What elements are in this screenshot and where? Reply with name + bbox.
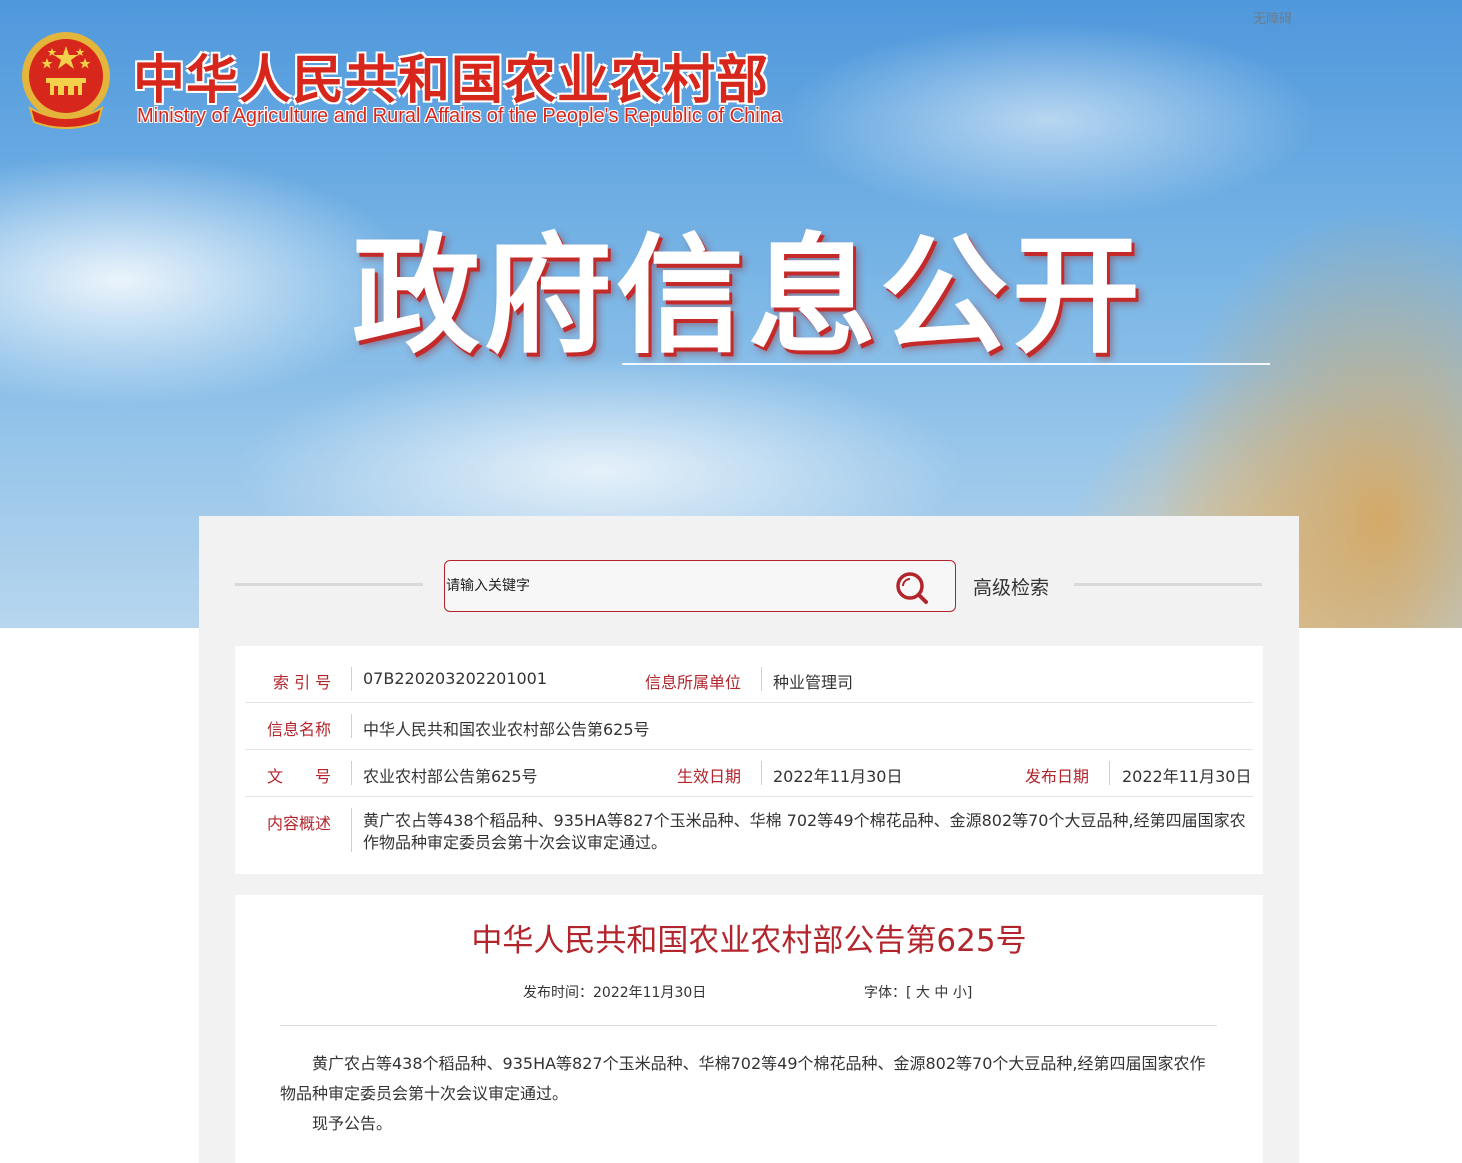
meta-separator xyxy=(761,667,762,691)
banner-divider xyxy=(622,363,1270,365)
search-divider-right xyxy=(1074,583,1262,586)
meta-separator xyxy=(351,714,352,738)
meta-separator xyxy=(351,761,352,785)
search-input[interactable] xyxy=(446,573,876,599)
meta-separator xyxy=(351,808,352,852)
meta-row-name: 信息名称 中华人民共和国农业农村部公告第625号 xyxy=(245,703,1253,750)
meta-separator xyxy=(351,667,352,691)
article-paragraph: 黄广农占等438个稻品种、935HA等827个玉米品种、华棉702等49个棉花品… xyxy=(280,1054,1206,1103)
ministry-name-cn: 中华人民共和国农业农村部 xyxy=(133,50,770,111)
summary-label: 内容概述 xyxy=(267,814,332,833)
name-value: 中华人民共和国农业农村部公告第625号 xyxy=(363,720,650,739)
meta-separator xyxy=(1109,761,1110,785)
index-value: 07B220203202201001 xyxy=(363,669,548,688)
article-body: 黄广农占等438个稻品种、935HA等827个玉米品种、华棉702等49个棉花品… xyxy=(280,1049,1220,1139)
accessibility-link[interactable]: 无障碍 xyxy=(1253,8,1292,27)
article-paragraph: 现予公告。 xyxy=(312,1114,393,1133)
national-emblem-icon xyxy=(22,32,110,129)
font-large-button[interactable]: 大 xyxy=(916,985,930,1001)
font-small-button[interactable]: 小 xyxy=(953,985,967,1001)
font-size-label: 字体：[ xyxy=(864,985,912,1001)
publish-date-value: 2022年11月30日 xyxy=(1122,767,1252,786)
publish-time: 发布时间：2022年11月30日 xyxy=(523,985,707,1001)
meta-row-index: 索 引 号 07B220203202201001 信息所属单位 种业管理司 xyxy=(245,656,1253,703)
publish-date-label: 发布日期 xyxy=(1025,767,1090,786)
font-size-control: 字体：[ 大 中 小] xyxy=(864,982,972,1002)
doc-number-value: 农业农村部公告第625号 xyxy=(363,767,538,786)
font-size-close: ] xyxy=(966,985,973,1001)
article-card: 中华人民共和国农业农村部公告第625号 发布时间：2022年11月30日 字体：… xyxy=(235,895,1263,1163)
banner-title: 政府信息公开 xyxy=(352,222,1145,371)
meta-separator xyxy=(761,761,762,785)
article-title: 中华人民共和国农业农村部公告第625号 xyxy=(471,923,1027,959)
search-box xyxy=(444,560,956,612)
meta-row-doc: 文 号 农业农村部公告第625号 生效日期 2022年11月30日 发布日期 2… xyxy=(245,750,1253,797)
ministry-name-en: Ministry of Agriculture and Rural Affair… xyxy=(137,105,782,127)
search-icon[interactable] xyxy=(893,569,933,607)
search-divider-left xyxy=(235,583,423,586)
font-medium-button[interactable]: 中 xyxy=(934,985,948,1001)
metadata-table: 索 引 号 07B220203202201001 信息所属单位 种业管理司 信息… xyxy=(235,646,1263,874)
main-panel: 高级检索 索 引 号 07B220203202201001 信息所属单位 种业管… xyxy=(199,516,1299,1163)
advanced-search-link[interactable]: 高级检索 xyxy=(973,573,1049,600)
unit-label: 信息所属单位 xyxy=(645,673,742,692)
meta-row-summary: 内容概述 黄广农占等438个稻品种、935HA等827个玉米品种、华棉 702等… xyxy=(245,797,1253,865)
effective-date-label: 生效日期 xyxy=(677,767,742,786)
doc-number-label: 文 号 xyxy=(267,767,332,786)
effective-date-value: 2022年11月30日 xyxy=(773,767,903,786)
unit-value: 种业管理司 xyxy=(773,673,854,692)
name-label: 信息名称 xyxy=(267,720,332,739)
index-label: 索 引 号 xyxy=(273,673,332,692)
summary-value: 黄广农占等438个稻品种、935HA等827个玉米品种、华棉 702等49个棉花… xyxy=(363,811,1246,852)
article-divider xyxy=(280,1025,1217,1026)
